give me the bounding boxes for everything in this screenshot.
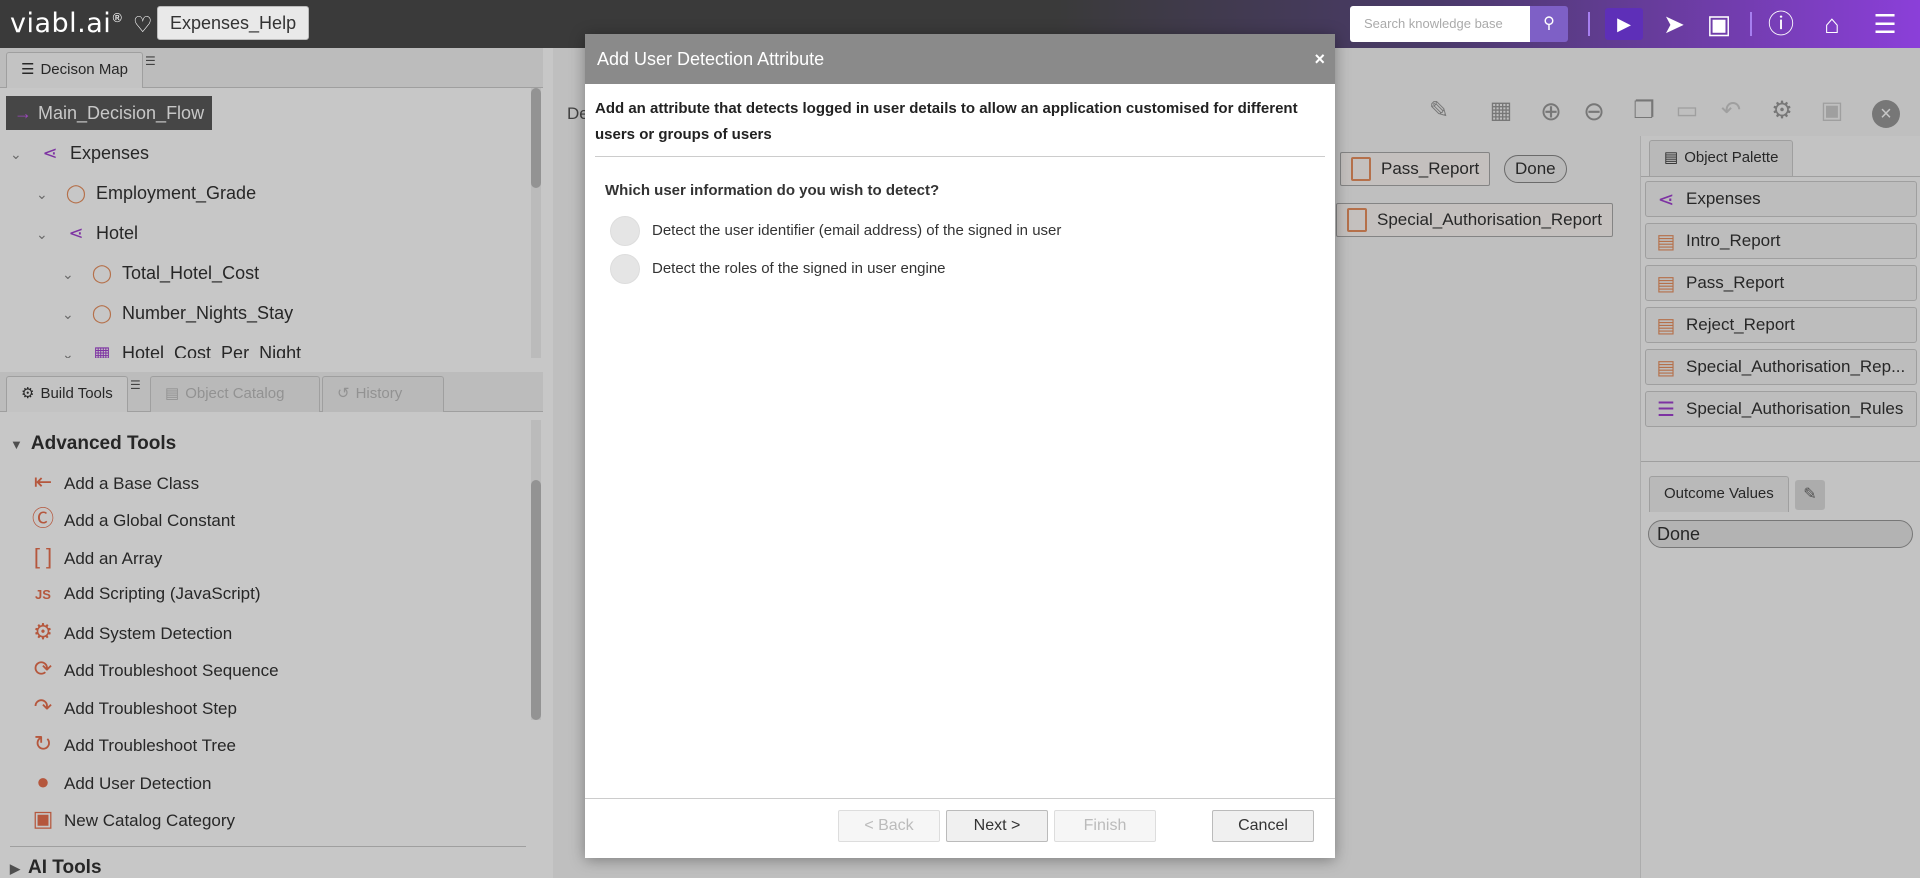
save-icon[interactable]: ▣: [1700, 6, 1738, 42]
app-logo[interactable]: viabl.ai® ♡: [10, 8, 153, 39]
cancel-button[interactable]: Cancel: [1212, 810, 1314, 842]
dialog-title: Add User Detection Attribute: [597, 49, 825, 69]
dialog-description: Add an attribute that detects logged in …: [595, 100, 1298, 143]
search-input[interactable]: Search knowledge base: [1350, 6, 1530, 42]
close-icon[interactable]: ×: [1314, 34, 1325, 84]
dialog-header: Add User Detection Attribute ×: [585, 34, 1335, 84]
dialog-footer-divider: [585, 798, 1335, 799]
project-name-button[interactable]: Expenses_Help: [157, 6, 310, 40]
search-icon[interactable]: ⚲: [1530, 6, 1568, 42]
dialog-divider: [595, 156, 1325, 157]
finish-button[interactable]: Finish: [1054, 810, 1156, 842]
rocket-icon[interactable]: ➤: [1655, 6, 1693, 42]
toolbar-separator: [1750, 12, 1752, 36]
next-button[interactable]: Next >: [946, 810, 1048, 842]
back-button[interactable]: < Back: [838, 810, 940, 842]
dialog-question: Which user information do you wish to de…: [605, 182, 940, 199]
menu-icon[interactable]: ☰: [1866, 6, 1904, 42]
add-user-detection-dialog: Add User Detection Attribute × Add an at…: [585, 34, 1335, 858]
radio-user-identifier[interactable]: [610, 216, 640, 247]
toolbar-separator: [1588, 12, 1590, 36]
home-icon[interactable]: ⌂: [1813, 6, 1851, 42]
radio-user-roles[interactable]: [610, 254, 640, 285]
help-icon[interactable]: ⓘ: [1762, 6, 1800, 42]
option-detect-user-identifier[interactable]: Detect the user identifier (email addres…: [610, 216, 1061, 247]
play-icon[interactable]: ▶: [1605, 8, 1643, 40]
option-detect-user-roles[interactable]: Detect the roles of the signed in user e…: [610, 254, 946, 285]
